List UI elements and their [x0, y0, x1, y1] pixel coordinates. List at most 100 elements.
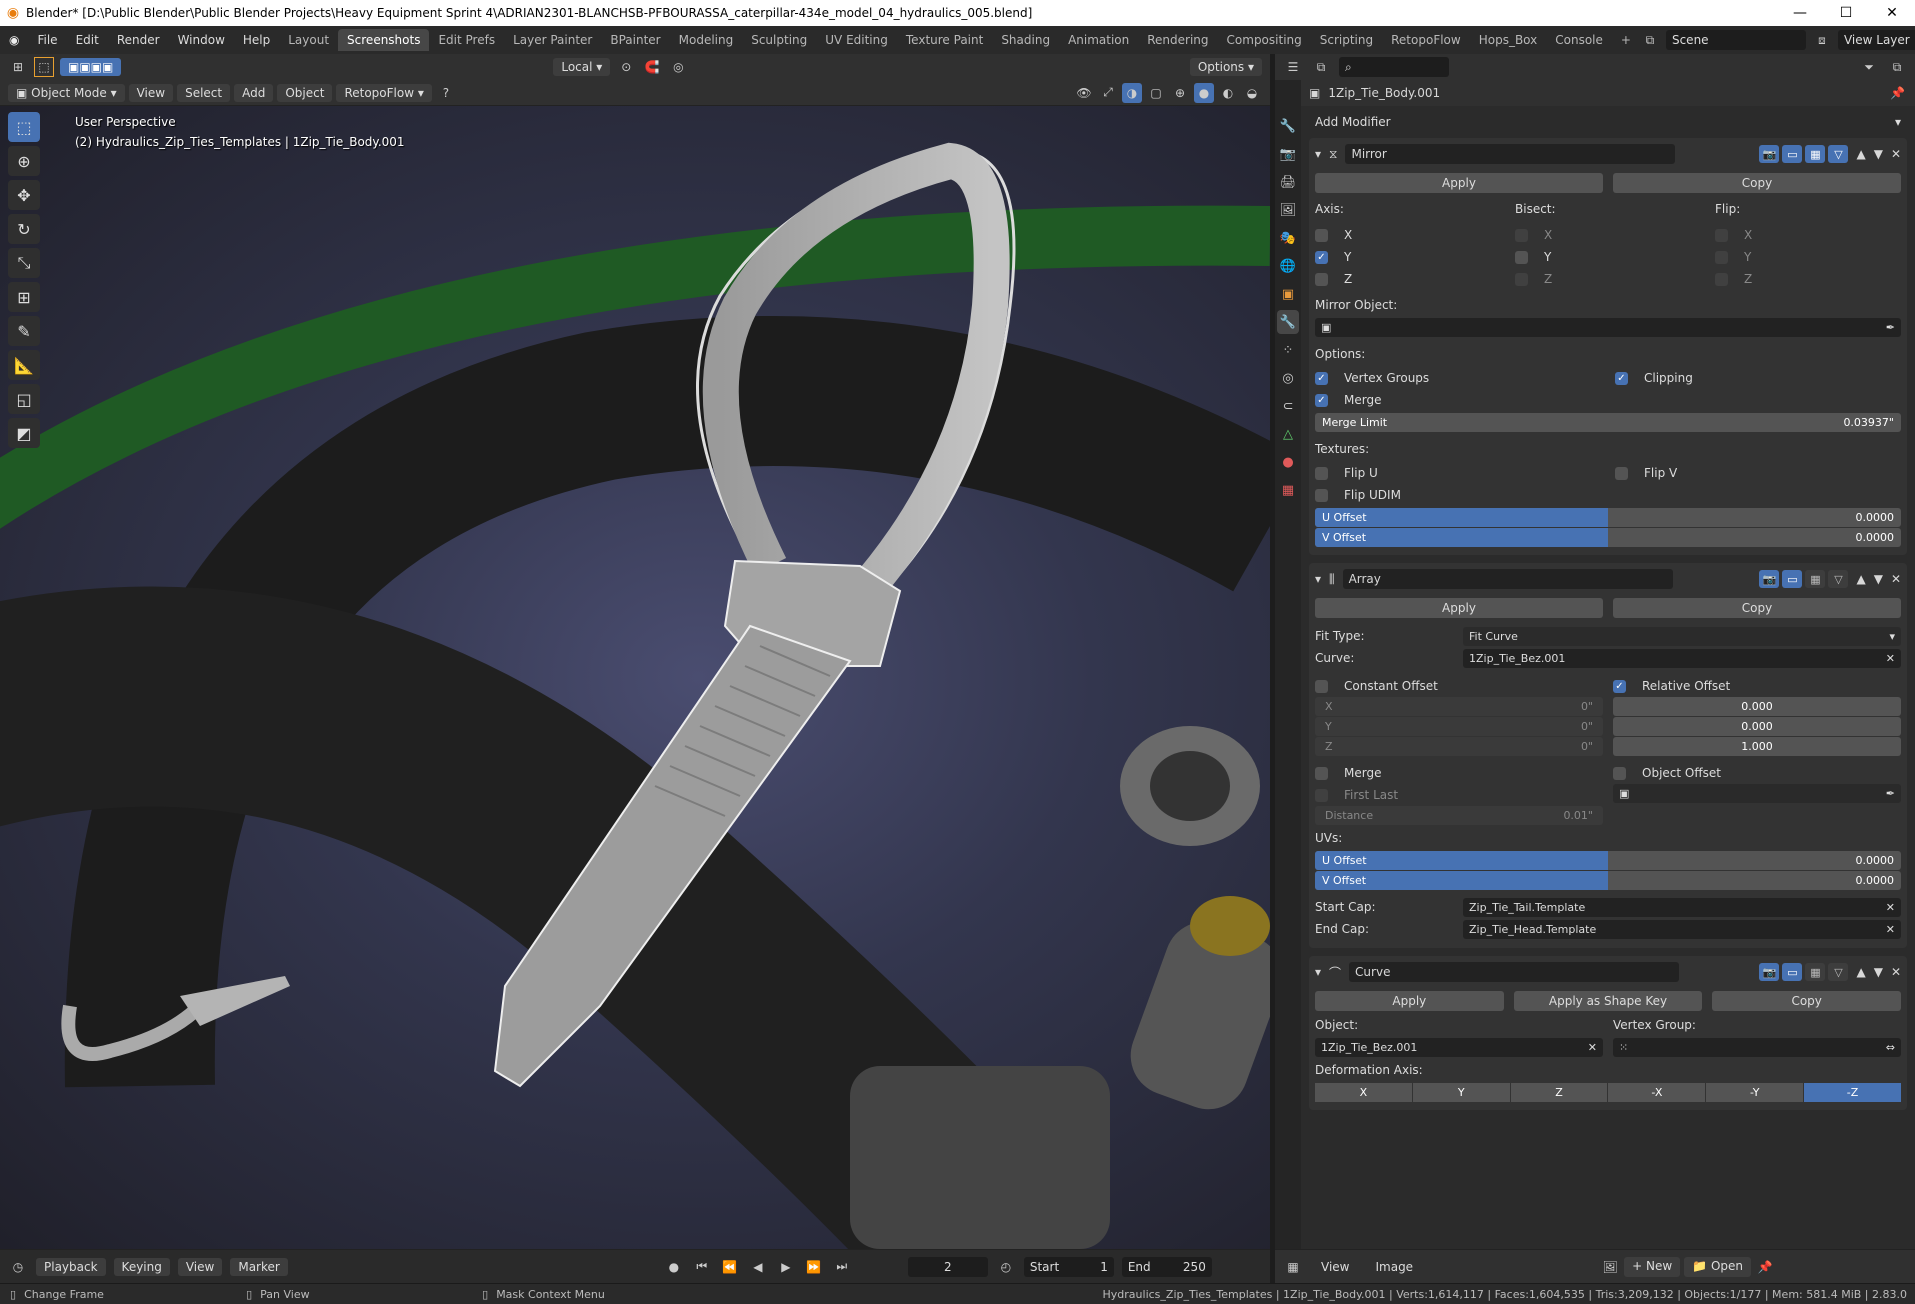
mirror-v-offset-slider[interactable]: V Offset 0.0000: [1315, 528, 1901, 547]
prev-keyframe-icon[interactable]: ⏪: [720, 1257, 740, 1277]
render-tab-icon[interactable]: 📷: [1277, 142, 1299, 166]
filter-icon[interactable]: ⏷: [1859, 57, 1879, 77]
array-apply-button[interactable]: Apply: [1315, 598, 1603, 618]
curve-name-field[interactable]: Curve: [1349, 962, 1680, 982]
array-copy-button[interactable]: Copy: [1613, 598, 1901, 618]
mode-dropdown[interactable]: ▣ Object Mode ▾: [8, 83, 125, 102]
array-merge-checkbox[interactable]: [1315, 766, 1328, 780]
tab-hops-box[interactable]: Hops_Box: [1470, 29, 1547, 51]
clear-field-icon[interactable]: ✕: [1886, 923, 1895, 936]
object-tab-icon[interactable]: ▣: [1277, 282, 1299, 306]
relative-offset-checkbox[interactable]: ✓: [1613, 679, 1626, 693]
visibility-icon[interactable]: 👁: [1074, 83, 1094, 103]
rendered-shading-icon[interactable]: ◒: [1242, 83, 1262, 103]
marker-menu[interactable]: Marker: [230, 1257, 288, 1276]
add-workspace-icon[interactable]: +: [1612, 29, 1640, 51]
modifier-tab-icon[interactable]: 🔧: [1277, 310, 1299, 334]
axis-y-checkbox[interactable]: ✓: [1315, 250, 1328, 264]
add-cube-tool-icon[interactable]: ◱: [8, 384, 40, 414]
editmode-toggle-icon[interactable]: ▦: [1805, 145, 1826, 163]
mirror-name-field[interactable]: Mirror: [1345, 144, 1676, 164]
mirror-u-offset-slider[interactable]: U Offset 0.0000: [1315, 508, 1901, 527]
view-layer-tab-icon[interactable]: 🖼: [1277, 198, 1299, 222]
constant-z-field[interactable]: Z 0": [1315, 737, 1603, 756]
relative-y-field[interactable]: 0.000: [1613, 717, 1901, 736]
close-window-button[interactable]: ✕: [1869, 5, 1915, 21]
jump-start-icon[interactable]: ⏮: [692, 1257, 712, 1277]
collapse-icon[interactable]: ▾: [1315, 572, 1321, 586]
end-cap-field[interactable]: Zip_Tie_Head.Template ✕: [1463, 919, 1901, 939]
blender-menu-icon[interactable]: ◉: [0, 33, 28, 47]
start-cap-field[interactable]: Zip_Tie_Tail.Template ✕: [1463, 897, 1901, 917]
scene-icon[interactable]: ⧉: [1640, 30, 1660, 50]
menu-render[interactable]: Render: [108, 33, 169, 47]
object-offset-field[interactable]: ▣ ✒: [1613, 784, 1901, 803]
particles-tab-icon[interactable]: ⁘: [1277, 338, 1299, 362]
clear-field-icon[interactable]: ✕: [1886, 652, 1895, 665]
properties-search[interactable]: ⌕: [1339, 57, 1449, 77]
relative-z-field[interactable]: 1.000: [1613, 737, 1901, 756]
move-up-icon[interactable]: ▲: [1856, 147, 1865, 161]
3d-viewport[interactable]: [0, 106, 1270, 1249]
move-up-icon[interactable]: ▲: [1856, 965, 1865, 979]
tab-rendering[interactable]: Rendering: [1138, 29, 1217, 51]
solid-shading-icon[interactable]: ●: [1194, 82, 1214, 103]
display-mode-icon[interactable]: ⧉: [1311, 57, 1331, 77]
clipping-checkbox[interactable]: ✓: [1615, 371, 1628, 385]
world-tab-icon[interactable]: 🌐: [1277, 254, 1299, 278]
new-image-button[interactable]: + New: [1624, 1256, 1681, 1277]
object-offset-checkbox[interactable]: [1613, 766, 1626, 780]
tab-animation[interactable]: Animation: [1059, 29, 1138, 51]
pin-image-icon[interactable]: 📌: [1755, 1257, 1775, 1277]
collapse-icon[interactable]: ▾: [1315, 965, 1321, 979]
physics-tab-icon[interactable]: ◎: [1277, 366, 1299, 390]
clear-field-icon[interactable]: ✕: [1588, 1041, 1597, 1054]
record-icon[interactable]: ●: [664, 1257, 684, 1277]
constraints-tab-icon[interactable]: ⊂: [1277, 394, 1299, 418]
cage-toggle-icon[interactable]: ▽: [1828, 570, 1849, 588]
playback-menu[interactable]: Playback: [36, 1257, 106, 1276]
maximize-button[interactable]: ☐: [1823, 5, 1869, 21]
timeline-view-menu[interactable]: View: [177, 1257, 223, 1276]
transform-orientation-dropdown[interactable]: Local ▾: [553, 58, 611, 76]
tab-shading[interactable]: Shading: [992, 29, 1059, 51]
viewport-toggle-icon[interactable]: ▭: [1782, 963, 1803, 981]
retopoflow-menu[interactable]: RetopoFlow ▾: [336, 83, 432, 102]
move-down-icon[interactable]: ▼: [1874, 572, 1883, 586]
tab-compositing[interactable]: Compositing: [1218, 29, 1311, 51]
scene-selector[interactable]: Scene: [1665, 30, 1806, 50]
merge-limit-slider[interactable]: Merge Limit 0.03937": [1315, 413, 1901, 432]
add-modifier-dropdown[interactable]: Add Modifier ▾: [1309, 112, 1907, 132]
view-layer-icon[interactable]: ⧈: [1812, 30, 1832, 50]
bisect-z-checkbox[interactable]: [1515, 272, 1528, 286]
cage-toggle-icon[interactable]: ▽: [1828, 963, 1849, 981]
scale-tool-icon[interactable]: ⤡: [8, 248, 40, 278]
clock-icon[interactable]: ◴: [996, 1257, 1016, 1277]
properties-editor-icon[interactable]: ☰: [1283, 57, 1303, 77]
open-image-button[interactable]: 📁 Open: [1684, 1256, 1751, 1277]
tab-sculpting[interactable]: Sculpting: [742, 29, 816, 51]
material-tab-icon[interactable]: ●: [1277, 450, 1299, 474]
menu-object[interactable]: Object: [277, 83, 333, 102]
bisect-y-checkbox[interactable]: [1515, 250, 1528, 264]
timeline-editor-icon[interactable]: ◷: [8, 1257, 28, 1277]
image-editor-icon[interactable]: ▦: [1283, 1257, 1303, 1277]
mirror-apply-button[interactable]: Apply: [1315, 173, 1603, 193]
tab-retopoflow[interactable]: RetopoFlow: [1382, 29, 1470, 51]
current-frame-field[interactable]: 2: [907, 1256, 988, 1277]
selection-mode-buttons[interactable]: ▣▣▣▣: [60, 58, 122, 76]
data-tab-icon[interactable]: △: [1277, 422, 1299, 446]
pivot-icon[interactable]: ⊙: [616, 57, 636, 77]
array-name-field[interactable]: Array: [1342, 569, 1673, 589]
menu-edit[interactable]: Edit: [67, 33, 108, 47]
material-shading-icon[interactable]: ◐: [1218, 83, 1238, 103]
move-down-icon[interactable]: ▼: [1874, 965, 1883, 979]
fit-type-dropdown[interactable]: Fit Curve ▾: [1463, 626, 1901, 646]
relative-x-field[interactable]: 0.000: [1613, 697, 1901, 716]
flip-x-checkbox[interactable]: [1715, 228, 1728, 242]
tab-layout[interactable]: Layout: [279, 29, 338, 51]
camera-toggle-icon[interactable]: 📷: [1759, 570, 1780, 588]
viewport-toggle-icon[interactable]: ▭: [1782, 145, 1803, 163]
remove-modifier-icon[interactable]: ✕: [1891, 965, 1901, 979]
measure-tool-icon[interactable]: 📐: [8, 350, 40, 380]
